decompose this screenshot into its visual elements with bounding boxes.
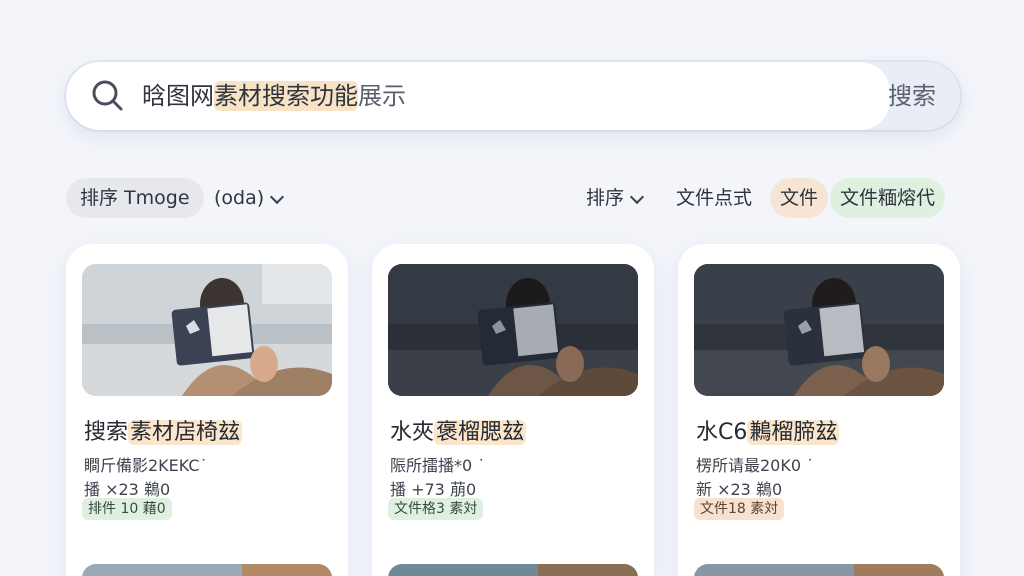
filter-bar: 排序 Tmoge (oda) 排序 文件点式 文件 文件糆熔代 <box>66 178 960 218</box>
sort-image-chip[interactable]: 排序 Tmoge <box>66 178 204 218</box>
search-button-label: 搜索 <box>888 82 936 110</box>
result-card[interactable]: 水C6鶼榴腣玆 楞所请最20K0 ˙ 新 ×23 鵜0 文件18 素対 <box>678 244 960 576</box>
sort-image-label: 排序 Tmoge <box>80 187 190 209</box>
search-query-highlight: 素材搜索功能 <box>214 81 358 111</box>
card-meta: 陙所擂播*0 ˙ <box>390 456 486 475</box>
card-title: 水C6鶼榴腣玆 <box>696 414 840 446</box>
card-meta: 播 +73 萠0 <box>390 480 477 499</box>
card-title-plain: 水C6 <box>696 420 748 445</box>
code-dropdown[interactable]: (oda) <box>208 178 288 218</box>
card-title-highlight: 素材扂椅玆 <box>128 420 243 445</box>
search-button[interactable]: 搜索 <box>860 62 960 130</box>
card-tag: 文件格3 素対 <box>388 498 484 520</box>
chevron-down-icon <box>629 189 645 205</box>
chevron-down-icon <box>270 189 285 205</box>
sort-dropdown[interactable]: 排序 <box>580 178 648 218</box>
card-thumbnail <box>388 564 638 576</box>
code-dropdown-label: (oda) <box>214 187 265 209</box>
card-title-highlight: 褒榴腮玆 <box>434 420 527 445</box>
file-filter-chip[interactable]: 文件 <box>770 178 829 218</box>
card-thumbnail <box>82 264 332 396</box>
search-query-prefix: 晗图网 <box>142 82 214 110</box>
card-meta: 瞷斤備影2KEKC˙ <box>84 456 208 475</box>
card-meta: 楞所请最20K0 ˙ <box>696 456 815 475</box>
sort-dropdown-label: 排序 <box>586 187 625 209</box>
card-title-plain: 搜索 <box>84 420 129 445</box>
card-title-plain: 水夾 <box>390 420 435 445</box>
file-format-label: 文件糆熔代 <box>840 187 936 209</box>
card-thumbnail <box>388 264 638 396</box>
format-filter[interactable]: 文件点式 <box>670 178 758 218</box>
card-meta: 新 ×23 鵜0 <box>696 480 783 499</box>
search-bar[interactable]: 晗图网素材搜索功能展示 搜索 <box>66 62 960 130</box>
format-filter-label: 文件点式 <box>676 187 753 209</box>
card-title: 搜索素材扂椅玆 <box>84 414 243 446</box>
card-title: 水夾褒榴腮玆 <box>390 414 527 446</box>
search-icon <box>92 80 123 111</box>
card-thumbnail <box>82 564 332 576</box>
card-tag: 文件18 素対 <box>694 498 785 520</box>
file-filter-label: 文件 <box>780 187 819 209</box>
search-input[interactable]: 晗图网素材搜索功能展示 <box>142 62 406 130</box>
card-title-highlight: 鶼榴腣玆 <box>747 420 840 445</box>
card-thumbnail <box>694 564 944 576</box>
file-format-chip[interactable]: 文件糆熔代 <box>830 178 946 218</box>
search-query-suffix: 展示 <box>358 82 406 110</box>
card-tag: 排件 10 藉0 <box>82 498 172 520</box>
card-meta: 播 ×23 鵜0 <box>84 480 171 499</box>
result-card[interactable]: 搜索素材扂椅玆 瞷斤備影2KEKC˙ 播 ×23 鵜0 排件 10 藉0 <box>66 244 348 576</box>
result-card[interactable]: 水夾褒榴腮玆 陙所擂播*0 ˙ 播 +73 萠0 文件格3 素対 <box>372 244 654 576</box>
card-thumbnail <box>694 264 944 396</box>
